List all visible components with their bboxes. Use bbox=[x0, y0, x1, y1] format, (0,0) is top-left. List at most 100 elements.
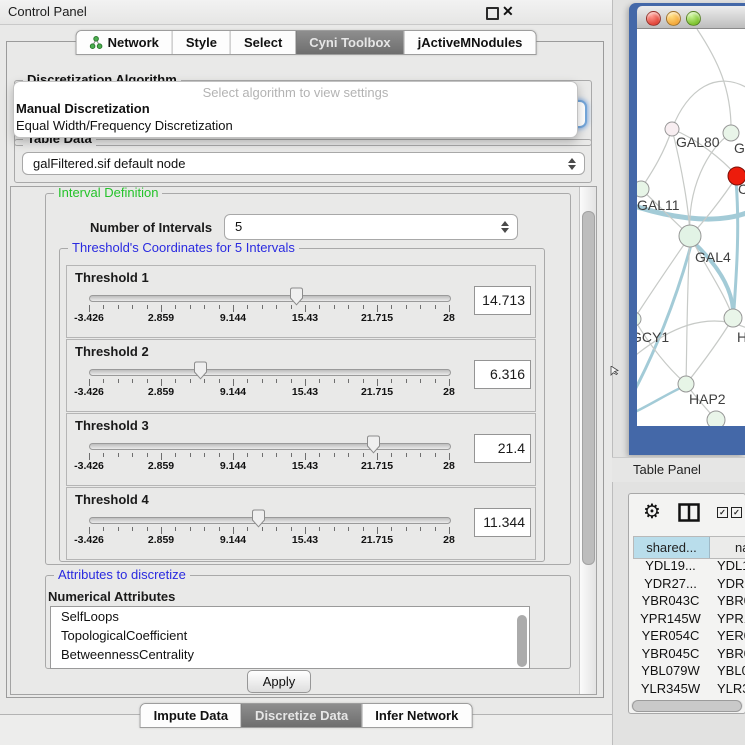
cell-name[interactable]: YDL1 bbox=[717, 558, 745, 573]
table-row[interactable]: YBL079W YBL0 bbox=[633, 663, 745, 681]
attribute-list-item[interactable]: SelfLoops bbox=[51, 607, 529, 626]
network-canvas[interactable]: GAL80GACGAL11GAL4GCY1HHAP2 bbox=[637, 29, 745, 426]
cell-name[interactable]: YBR0 bbox=[717, 593, 745, 608]
tick-mark bbox=[262, 379, 263, 383]
network-node-GAL4[interactable] bbox=[679, 225, 701, 247]
cell-name[interactable]: YDR2 bbox=[717, 576, 745, 591]
network-edge[interactable] bbox=[637, 241, 692, 397]
tab-network[interactable]: Network bbox=[77, 31, 172, 54]
tick-mark bbox=[204, 527, 205, 531]
network-edge[interactable] bbox=[641, 129, 672, 189]
table-row[interactable]: YDL19... YDL1 bbox=[633, 558, 745, 576]
network-edge[interactable] bbox=[686, 318, 733, 384]
tick-mark bbox=[204, 453, 205, 457]
slider-ticks bbox=[89, 453, 450, 461]
tab-jactivemnodules[interactable]: jActiveMNodules bbox=[404, 31, 536, 54]
network-node-node-bottom[interactable] bbox=[707, 411, 725, 426]
slider-thumb[interactable] bbox=[366, 435, 381, 454]
table-data-combobox[interactable]: galFiltered.sif default node bbox=[22, 152, 585, 175]
cell-name[interactable]: YLR3 bbox=[717, 681, 745, 696]
threshold-value-field[interactable]: 11.344 bbox=[474, 508, 531, 537]
network-node-GAL11[interactable] bbox=[637, 181, 649, 197]
threshold-row-4: Threshold 4-3.4262.8599.14415.4321.71528… bbox=[66, 487, 536, 560]
tick-label: 2.859 bbox=[148, 534, 174, 546]
slider-track[interactable] bbox=[89, 443, 451, 450]
table-row[interactable]: YLR345W YLR3 bbox=[633, 681, 745, 699]
slider-thumb[interactable] bbox=[289, 287, 304, 306]
minimize-light[interactable] bbox=[666, 11, 681, 26]
apply-button[interactable]: Apply bbox=[247, 670, 311, 693]
column-header-shared[interactable]: shared... bbox=[634, 537, 710, 558]
slider-track[interactable] bbox=[89, 369, 451, 376]
cell-shared-name[interactable]: YLR345W bbox=[633, 681, 708, 696]
cell-name[interactable]: YBL0 bbox=[717, 663, 745, 678]
slider-track[interactable] bbox=[89, 295, 451, 302]
tab-cyni-toolbox[interactable]: Cyni Toolbox bbox=[295, 31, 403, 54]
column-header-name[interactable]: name bbox=[735, 537, 745, 558]
number-of-intervals-spinner[interactable]: 5 bbox=[224, 214, 518, 240]
scrollbar-thumb[interactable] bbox=[632, 700, 742, 712]
mouse-cursor bbox=[610, 366, 619, 377]
tab-style[interactable]: Style bbox=[172, 31, 230, 54]
gear-icon[interactable]: ⚙ bbox=[643, 499, 661, 524]
tab-impute-data[interactable]: Impute Data bbox=[141, 704, 241, 727]
cell-name[interactable]: YPR1 bbox=[717, 611, 745, 626]
threshold-value-field[interactable]: 21.4 bbox=[474, 434, 531, 463]
float-window-icon[interactable] bbox=[486, 7, 499, 20]
table-row[interactable]: YBR045C YBR0 bbox=[633, 646, 745, 664]
network-node-node-right-mid[interactable] bbox=[724, 309, 742, 327]
cell-shared-name[interactable]: YPR145W bbox=[633, 611, 708, 626]
tab-infer-network[interactable]: Infer Network bbox=[361, 704, 471, 727]
tick-mark bbox=[348, 527, 349, 531]
network-node-GCY1[interactable] bbox=[637, 312, 641, 326]
node-label-C: C bbox=[738, 181, 745, 197]
threshold-value-field[interactable]: 6.316 bbox=[474, 360, 531, 389]
dropdown-option-equal-width-frequency[interactable]: Equal Width/Frequency Discretization bbox=[14, 117, 577, 134]
cell-name[interactable]: YBR0 bbox=[717, 646, 745, 661]
threshold-value-field[interactable]: 14.713 bbox=[474, 286, 531, 315]
network-node-HAP2[interactable] bbox=[678, 376, 694, 392]
tick-mark bbox=[305, 305, 306, 312]
slider-thumb[interactable] bbox=[193, 361, 208, 380]
checkbox-icons[interactable]: ✓ ✓ bbox=[717, 507, 742, 518]
tick-mark bbox=[449, 305, 450, 312]
tick-mark bbox=[449, 379, 450, 386]
list-scrollbar-thumb[interactable] bbox=[517, 615, 527, 667]
algorithm-dropdown-popup: Select algorithm to view settings Manual… bbox=[13, 81, 578, 138]
tick-mark bbox=[233, 527, 234, 534]
table-row[interactable]: YBR043C YBR0 bbox=[633, 593, 745, 611]
cell-shared-name[interactable]: YDL19... bbox=[633, 558, 708, 573]
tick-mark bbox=[334, 527, 335, 531]
scrollbar-thumb[interactable] bbox=[582, 211, 595, 565]
dropdown-option-manual-discretization[interactable]: Manual Discretization bbox=[14, 100, 577, 117]
table-row[interactable]: YER054C YER0 bbox=[633, 628, 745, 646]
cell-shared-name[interactable]: YBL079W bbox=[633, 663, 708, 678]
tab-discretize-data[interactable]: Discretize Data bbox=[241, 704, 361, 727]
cell-name[interactable]: YER0 bbox=[717, 628, 745, 643]
cell-shared-name[interactable]: YDR27... bbox=[633, 576, 708, 591]
tick-mark bbox=[420, 453, 421, 457]
close-light[interactable] bbox=[646, 11, 661, 26]
network-edge[interactable] bbox=[734, 181, 738, 309]
tick-mark bbox=[147, 379, 148, 383]
close-icon[interactable]: ✕ bbox=[502, 3, 514, 20]
attribute-list-item[interactable]: TopologicalCoefficient bbox=[51, 626, 529, 645]
network-node-node-top-right[interactable] bbox=[723, 125, 739, 141]
slider-track[interactable] bbox=[89, 517, 451, 524]
numerical-attributes-list[interactable]: SelfLoopsTopologicalCoefficientBetweenne… bbox=[50, 606, 530, 669]
cell-shared-name[interactable]: YBR043C bbox=[633, 593, 708, 608]
zoom-light[interactable] bbox=[686, 11, 701, 26]
group-title: Threshold's Coordinates for 5 Intervals bbox=[68, 240, 299, 255]
tab-select[interactable]: Select bbox=[230, 31, 295, 54]
table-row[interactable]: YPR145W YPR1 bbox=[633, 611, 745, 629]
cell-shared-name[interactable]: YER054C bbox=[633, 628, 708, 643]
table-row[interactable]: YDR27... YDR2 bbox=[633, 576, 745, 594]
tick-mark bbox=[305, 453, 306, 460]
table-horizontal-scrollbar[interactable] bbox=[631, 700, 743, 711]
column-layout-icon[interactable] bbox=[678, 503, 700, 522]
cell-shared-name[interactable]: YBR045C bbox=[633, 646, 708, 661]
network-edge[interactable] bbox=[672, 81, 745, 129]
settings-vertical-scrollbar[interactable] bbox=[579, 187, 596, 694]
attribute-list-item[interactable]: BetweennessCentrality bbox=[51, 645, 529, 664]
slider-thumb[interactable] bbox=[251, 509, 266, 528]
